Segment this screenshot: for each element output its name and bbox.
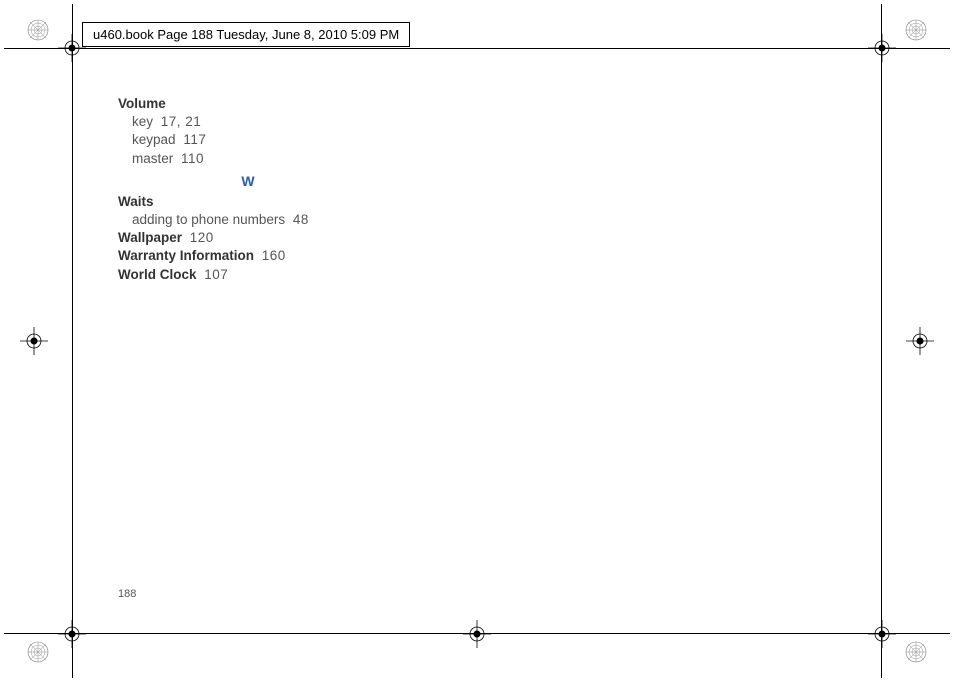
crosshair-icon (868, 620, 896, 648)
registration-mark-icon (26, 18, 50, 42)
index-section-letter: W (118, 172, 378, 191)
index-sub-master: master (132, 151, 173, 166)
frame-line-right (881, 4, 882, 678)
index-page-ref: 160 (258, 248, 286, 263)
index-sub-waits: adding to phone numbers (132, 212, 285, 227)
registration-mark-icon (904, 18, 928, 42)
index-page-ref: 17, 21 (157, 114, 202, 129)
header-info-box: u460.book Page 188 Tuesday, June 8, 2010… (82, 22, 410, 47)
index-page-ref: 48 (289, 212, 309, 227)
registration-mark-icon (26, 640, 50, 664)
index-page-ref: 110 (177, 151, 204, 166)
header-text: u460.book Page 188 Tuesday, June 8, 2010… (93, 27, 399, 42)
page: u460.book Page 188 Tuesday, June 8, 2010… (0, 0, 954, 682)
registration-mark-icon (904, 640, 928, 664)
index-term-volume: Volume (118, 96, 166, 111)
index-term-warranty: Warranty Information (118, 248, 254, 263)
index-content: Volume key 17, 21 keypad 117 master 110 … (118, 95, 378, 284)
index-page-ref: 120 (186, 230, 214, 245)
index-term-wallpaper: Wallpaper (118, 230, 182, 245)
index-page-ref: 117 (179, 132, 206, 147)
index-term-waits: Waits (118, 194, 154, 209)
page-number: 188 (118, 588, 136, 600)
index-page-ref: 107 (200, 267, 228, 282)
frame-line-top (4, 48, 950, 49)
frame-line-bottom (4, 633, 950, 634)
crosshair-icon (20, 327, 48, 355)
frame-line-left (72, 4, 73, 678)
index-sub-key: key (132, 114, 153, 129)
crosshair-icon (463, 620, 491, 648)
crosshair-icon (906, 327, 934, 355)
index-sub-keypad: keypad (132, 132, 176, 147)
index-term-worldclock: World Clock (118, 267, 197, 282)
